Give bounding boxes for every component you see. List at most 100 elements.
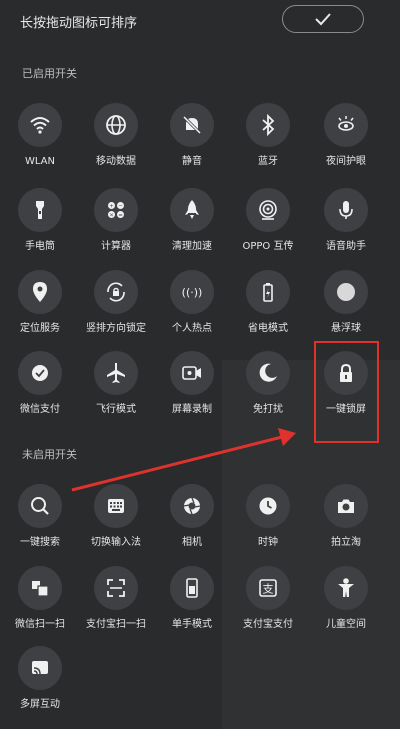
tile-rotation-lock[interactable]: 竖排方向锁定 bbox=[80, 270, 152, 352]
airplane-icon bbox=[107, 363, 125, 383]
tile-floating-ball[interactable]: 悬浮球 bbox=[310, 270, 382, 352]
tile-location[interactable]: 定位服务 bbox=[4, 270, 76, 352]
tile-label: 免打扰 bbox=[253, 404, 283, 415]
tile-power-saving[interactable]: 省电模式 bbox=[232, 270, 304, 352]
tile-screen-record[interactable]: 屏幕录制 bbox=[156, 351, 228, 433]
mute-bell-icon bbox=[182, 115, 202, 135]
tile-label: 拍立淘 bbox=[331, 537, 361, 548]
tile-label: OPPO 互传 bbox=[242, 241, 294, 252]
section-disabled-label: 未启用开关 bbox=[22, 448, 77, 461]
location-pin-icon bbox=[33, 282, 47, 302]
tile-voice-assistant[interactable]: 语音助手 bbox=[310, 188, 382, 270]
tile-label: 定位服务 bbox=[20, 323, 60, 334]
tile-icon-circle bbox=[18, 566, 62, 610]
tile-label: 移动数据 bbox=[96, 156, 136, 167]
tile-oppo-share[interactable]: OPPO 互传 bbox=[232, 188, 304, 270]
tile-kids-space[interactable]: 儿童空间 bbox=[310, 566, 382, 648]
tile-icon-circle bbox=[18, 103, 62, 147]
tile-label: 语音助手 bbox=[326, 241, 366, 252]
scan-frame-icon bbox=[107, 579, 125, 597]
tile-icon-circle: ((·)) bbox=[170, 270, 214, 314]
tile-switch-input-method[interactable]: 切换输入法 bbox=[80, 484, 152, 566]
tile-one-key-search[interactable]: 一键搜索 bbox=[4, 484, 76, 566]
moon-icon bbox=[259, 363, 277, 382]
eye-sun-icon bbox=[338, 116, 354, 131]
tile-label: 竖排方向锁定 bbox=[86, 323, 146, 334]
svg-text:×: × bbox=[109, 212, 114, 218]
child-figure-icon bbox=[338, 578, 354, 597]
cast-screen-icon bbox=[32, 661, 48, 675]
check-icon bbox=[315, 13, 331, 26]
tile-icon-circle bbox=[170, 188, 214, 232]
tile-do-not-disturb[interactable]: 免打扰 bbox=[232, 351, 304, 433]
tile-calculator[interactable]: + − × = 计算器 bbox=[80, 188, 152, 270]
tile-wechat-scan[interactable]: 微信扫一扫 bbox=[4, 566, 76, 648]
tile-camera[interactable]: 相机 bbox=[156, 484, 228, 566]
tile-multi-screen[interactable]: 多屏互动 bbox=[4, 646, 76, 728]
keyboard-icon bbox=[108, 499, 124, 513]
tile-icon-circle bbox=[18, 188, 62, 232]
tile-icon-circle bbox=[246, 103, 290, 147]
tile-alipay-pay[interactable]: 支 支付宝支付 bbox=[232, 566, 304, 648]
svg-text:=: = bbox=[118, 212, 123, 218]
confirm-button[interactable] bbox=[282, 5, 364, 33]
clock-icon bbox=[259, 497, 277, 515]
tile-night-eye-care[interactable]: 夜间护眼 bbox=[310, 103, 382, 185]
tile-flashlight[interactable]: 手电筒 bbox=[4, 188, 76, 270]
tile-alipay-scan[interactable]: 支付宝扫一扫 bbox=[80, 566, 152, 648]
tile-label: 悬浮球 bbox=[331, 323, 361, 334]
wifi-icon bbox=[30, 117, 50, 134]
share-target-icon bbox=[259, 200, 277, 220]
hotspot-icon: ((·)) bbox=[182, 286, 203, 299]
tile-label: 切换输入法 bbox=[91, 537, 141, 548]
tile-mute[interactable]: 静音 bbox=[156, 103, 228, 185]
tile-label: 个人热点 bbox=[172, 323, 212, 334]
floating-ball-icon bbox=[337, 283, 355, 301]
tile-icon-circle bbox=[246, 188, 290, 232]
page-title: 长按拖动图标可排序 bbox=[20, 16, 138, 31]
tile-icon-circle bbox=[170, 103, 214, 147]
tile-label: 屏幕录制 bbox=[172, 404, 212, 415]
tile-bluetooth[interactable]: 蓝牙 bbox=[232, 103, 304, 185]
tile-wechat-pay[interactable]: 微信支付 bbox=[4, 351, 76, 433]
tile-airplane-mode[interactable]: 飞行模式 bbox=[80, 351, 152, 433]
calculator-icon: + − × = bbox=[108, 202, 124, 218]
tile-one-hand-mode[interactable]: 单手模式 bbox=[156, 566, 228, 648]
tile-icon-circle bbox=[94, 351, 138, 395]
tile-icon-circle bbox=[94, 566, 138, 610]
tile-hotspot[interactable]: ((·)) 个人热点 bbox=[156, 270, 228, 352]
flashlight-icon bbox=[36, 201, 44, 219]
tile-label: 计算器 bbox=[101, 241, 131, 252]
tile-icon-circle: + − × = bbox=[94, 188, 138, 232]
svg-text:支: 支 bbox=[263, 583, 274, 596]
globe-icon bbox=[106, 115, 126, 135]
search-icon bbox=[31, 497, 49, 515]
svg-text:+: + bbox=[109, 203, 114, 209]
tile-icon-circle bbox=[324, 188, 368, 232]
svg-text:−: − bbox=[118, 203, 123, 209]
tile-icon-circle bbox=[324, 270, 368, 314]
tile-wlan[interactable]: WLAN bbox=[4, 103, 76, 185]
tile-icon-circle bbox=[18, 270, 62, 314]
tile-icon-circle bbox=[18, 351, 62, 395]
tile-icon-circle bbox=[324, 103, 368, 147]
tile-pailitao[interactable]: 拍立淘 bbox=[310, 484, 382, 566]
tile-icon-circle bbox=[324, 566, 368, 610]
rotation-lock-icon bbox=[107, 282, 125, 302]
tile-label: WLAN bbox=[24, 156, 55, 167]
tile-icon-circle bbox=[170, 484, 214, 528]
tile-label: 单手模式 bbox=[172, 619, 212, 630]
tile-cleanup-boost[interactable]: 清理加速 bbox=[156, 188, 228, 270]
screen-record-icon bbox=[182, 366, 201, 380]
tile-icon-circle: 支 bbox=[246, 566, 290, 610]
tile-icon-circle bbox=[246, 484, 290, 528]
tile-icon-circle bbox=[94, 103, 138, 147]
tile-icon-circle bbox=[246, 270, 290, 314]
tile-icon-circle bbox=[94, 270, 138, 314]
rocket-icon bbox=[185, 200, 199, 219]
tile-label: 清理加速 bbox=[172, 241, 212, 252]
tile-mobile-data[interactable]: 移动数据 bbox=[80, 103, 152, 185]
tile-clock[interactable]: 时钟 bbox=[232, 484, 304, 566]
tile-icon-circle bbox=[170, 351, 214, 395]
tile-label: 微信扫一扫 bbox=[15, 619, 65, 630]
